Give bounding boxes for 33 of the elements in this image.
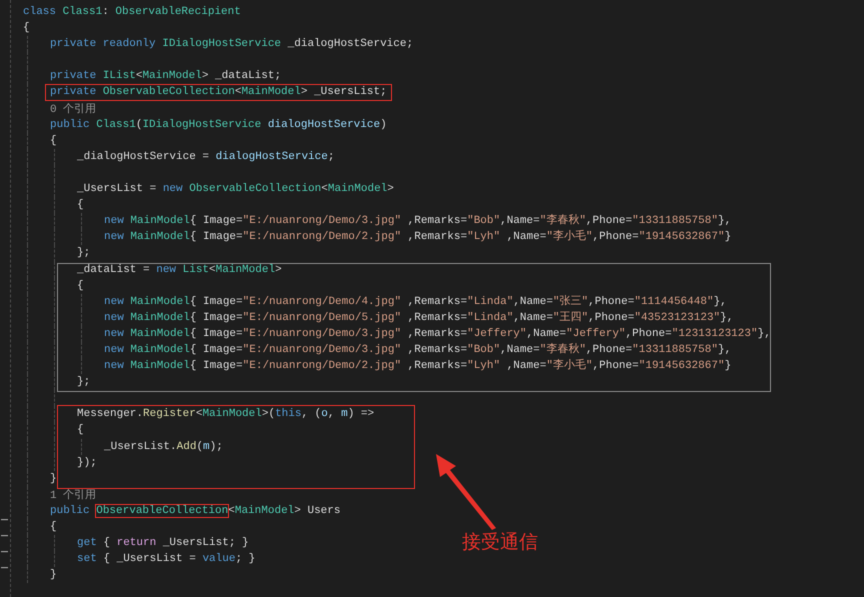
code-line: { [77, 278, 84, 294]
code-line: { [77, 423, 84, 438]
code-line: new MainModel{ Image="E:/nuanrong/Demo/3.jpg" ,Remarks="Jeffery",Name="Jeffery",Phone="12313123123"}, [104, 326, 771, 342]
code-line: new MainModel{ Image="E:/nuanrong/Demo/2.jpg" ,Remarks="Lyh" ,Name="李小毛",Phone="19145632867"} [104, 229, 732, 246]
code-line: set { _UsersList = value; } [77, 552, 256, 568]
code-line: } [50, 472, 57, 487]
code-line: { [50, 134, 57, 149]
code-line: new MainModel{ Image="E:/nuanrong/Demo/3.jpg" ,Remarks="Bob",Name="李春秋",Phone="13311885758"}, [104, 342, 732, 358]
code-line: }); [77, 456, 97, 471]
annotation-label: 接受通信 [462, 530, 538, 555]
reference-count[interactable]: 1 个引用 [50, 490, 96, 502]
code-line: private readonly IDialogHostService _dialogHostService; [50, 37, 414, 52]
code-line: { [50, 520, 57, 535]
code-line: class Class1: ObservableRecipient [23, 5, 241, 20]
code-line: _UsersList = new ObservableCollection<MainModel> [77, 182, 394, 198]
code-line: } [50, 568, 57, 584]
code-line: }; [77, 246, 90, 262]
code-line: new MainModel{ Image="E:/nuanrong/Demo/4.jpg" ,Remarks="Linda",Name="张三",Phone="1114456448"}, [104, 294, 727, 310]
code-line: private IList<MainModel> _dataList; [50, 69, 282, 84]
code-line: new MainModel{ Image="E:/nuanrong/Demo/3.jpg" ,Remarks="Bob",Name="李春秋",Phone="13311885758"}, [104, 213, 732, 230]
code-line: _UsersList.Add(m); [104, 440, 223, 455]
code-line: }; [77, 375, 90, 390]
code-line: _dataList = new List<MainModel> [77, 262, 282, 278]
code-line: get { return _UsersList; } [77, 536, 249, 552]
code-line: Messenger.Register<MainModel>(this, (o, m) => [77, 407, 374, 422]
code-line: { [77, 198, 84, 214]
reference-count[interactable]: 0 个引用 [50, 104, 96, 116]
code-line: _dialogHostService = dialogHostService; [77, 150, 334, 165]
code-line: new MainModel{ Image="E:/nuanrong/Demo/2.jpg" ,Remarks="Lyh" ,Name="李小毛",Phone="19145632867"} [104, 358, 732, 374]
code-line: { [23, 21, 30, 36]
code-line: public Class1(IDialogHostService dialogHostService) [50, 118, 387, 133]
code-line: new MainModel{ Image="E:/nuanrong/Demo/5.jpg" ,Remarks="Linda",Name="王四",Phone="43523123123"}, [104, 310, 734, 326]
code-line: public ObservableCollection<MainModel> Users [50, 504, 340, 519]
